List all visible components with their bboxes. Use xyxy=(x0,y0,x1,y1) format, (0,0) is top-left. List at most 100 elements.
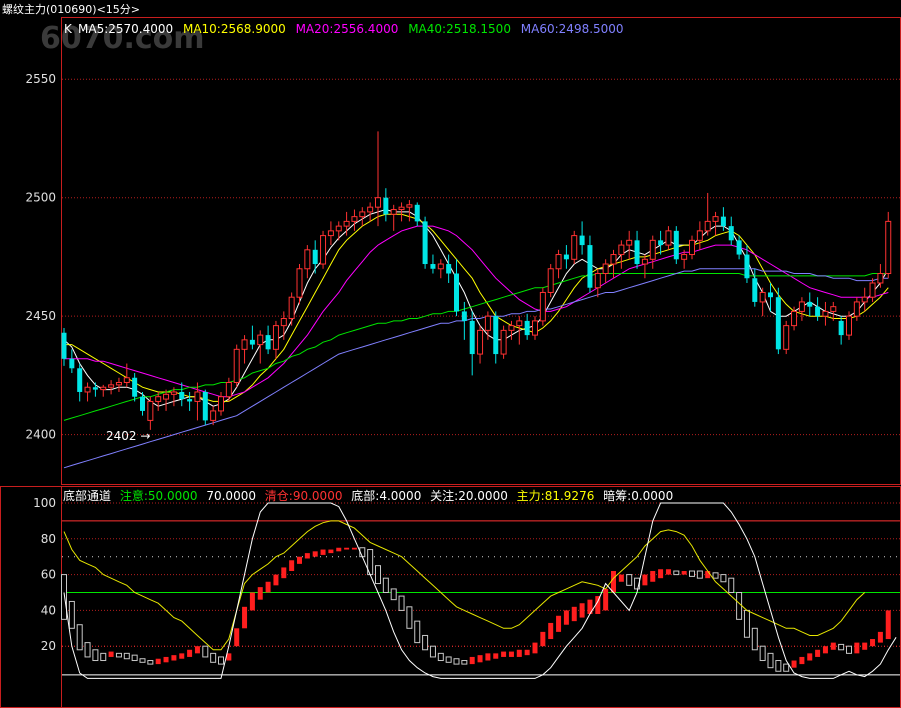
indicator-bar xyxy=(705,571,711,579)
indicator-bar xyxy=(493,653,499,659)
indicator-bar xyxy=(485,653,491,661)
candle xyxy=(77,363,83,402)
focus-level: 关注:20.0000 xyxy=(430,488,508,503)
candle xyxy=(272,320,279,359)
indicator-bar xyxy=(783,663,790,672)
indicator-bar xyxy=(469,656,475,665)
indicator-bar xyxy=(830,642,836,650)
indicator-bar xyxy=(61,574,67,620)
indicator-bar xyxy=(390,588,397,601)
candle xyxy=(233,344,240,388)
candle xyxy=(359,207,366,227)
candle xyxy=(406,200,413,222)
indicator-bar xyxy=(728,577,735,593)
indicator-bar xyxy=(736,592,743,620)
indicator-bar xyxy=(642,574,648,586)
candle xyxy=(712,211,719,236)
futures-chart-window: 2400 2450 2500 2550 20 40 60 80 100 螺纹主力(010690… xyxy=(0,0,901,708)
indicator-bar xyxy=(108,651,114,657)
ma5-legend: MA5:2570.4000 xyxy=(78,22,173,36)
candle xyxy=(446,254,452,283)
candle xyxy=(414,202,420,227)
indicator-bar xyxy=(477,655,483,663)
chart-canvas[interactable]: 2400 2450 2500 2550 20 40 60 80 100 螺纹主力(010690… xyxy=(0,0,901,708)
indicator-bar xyxy=(155,658,161,665)
candle xyxy=(885,211,892,279)
attention-level: 注意:50.0000 xyxy=(120,488,198,503)
indicator-bar xyxy=(658,569,664,579)
indicator-bar xyxy=(665,569,671,575)
indicator-bar xyxy=(563,610,569,625)
indicator-bar xyxy=(210,652,217,663)
indicator-tick-label: 40 xyxy=(41,603,56,617)
indicator-bar xyxy=(84,642,91,658)
candle xyxy=(861,287,868,312)
candle xyxy=(320,230,327,269)
main-grid xyxy=(62,78,900,436)
indicator-bar xyxy=(257,587,263,600)
indicator-bar xyxy=(163,656,169,663)
candle xyxy=(351,209,358,231)
candle xyxy=(288,292,295,326)
indicator-bar xyxy=(650,571,656,582)
candle xyxy=(84,382,91,402)
candle xyxy=(815,297,821,321)
clear-level: 清仓:90.0000 xyxy=(265,489,343,503)
indicator-bar xyxy=(799,656,805,665)
candle xyxy=(312,240,318,274)
candle xyxy=(367,202,374,222)
indicator-tick-label: 100 xyxy=(33,496,56,510)
candle xyxy=(571,230,578,265)
candle xyxy=(846,311,852,340)
indicator-bar xyxy=(571,606,577,622)
window-title: 螺纹主力(010690)<15分> xyxy=(2,2,140,16)
candle xyxy=(877,264,884,288)
candle xyxy=(838,316,844,345)
candle xyxy=(335,221,342,241)
candle xyxy=(241,335,248,364)
candle xyxy=(759,287,766,317)
candle xyxy=(579,221,585,255)
indicator-bar xyxy=(775,660,782,672)
indicator-bar xyxy=(673,570,680,576)
candle xyxy=(422,216,428,269)
candle xyxy=(194,382,201,421)
indicator-bars xyxy=(61,547,891,672)
indicator-bar xyxy=(720,574,727,583)
indicator-bar xyxy=(289,560,295,572)
price-tick-label: 2400 xyxy=(25,428,56,442)
candle xyxy=(602,259,609,283)
candle xyxy=(147,396,154,430)
indicator-bar xyxy=(92,649,99,662)
moving-average-lines xyxy=(63,208,889,469)
indicator-bar xyxy=(171,655,177,661)
candle xyxy=(853,297,860,321)
indicator-bar xyxy=(603,588,609,611)
main-panel-frame xyxy=(61,17,901,485)
indicator-bar xyxy=(336,547,342,552)
indicator-bar xyxy=(579,603,585,618)
indicator-bar xyxy=(187,649,193,657)
candle xyxy=(869,278,876,302)
indicator-bar xyxy=(626,574,633,586)
candle xyxy=(728,216,734,246)
ma-legend: MA5:2570.4000 MA10:2568.9000 MA20:2556.4… xyxy=(78,22,624,36)
candle xyxy=(532,316,538,340)
candle xyxy=(594,268,601,298)
ma60-legend: MA60:2498.5000 xyxy=(521,22,624,36)
indicator-bar xyxy=(139,658,146,663)
indicator-bar xyxy=(712,572,719,579)
candle xyxy=(563,245,569,269)
candle xyxy=(123,363,130,388)
candle xyxy=(132,373,138,402)
candle xyxy=(225,377,232,402)
candle xyxy=(736,235,742,260)
indicator-bar xyxy=(281,567,287,579)
candle xyxy=(500,325,507,359)
indicator-bar xyxy=(854,642,860,654)
indicator-bar xyxy=(618,574,624,582)
indicator-bar xyxy=(815,649,821,657)
indicator-bar xyxy=(556,615,562,632)
indicator-bar xyxy=(791,660,797,668)
candle xyxy=(704,192,711,236)
